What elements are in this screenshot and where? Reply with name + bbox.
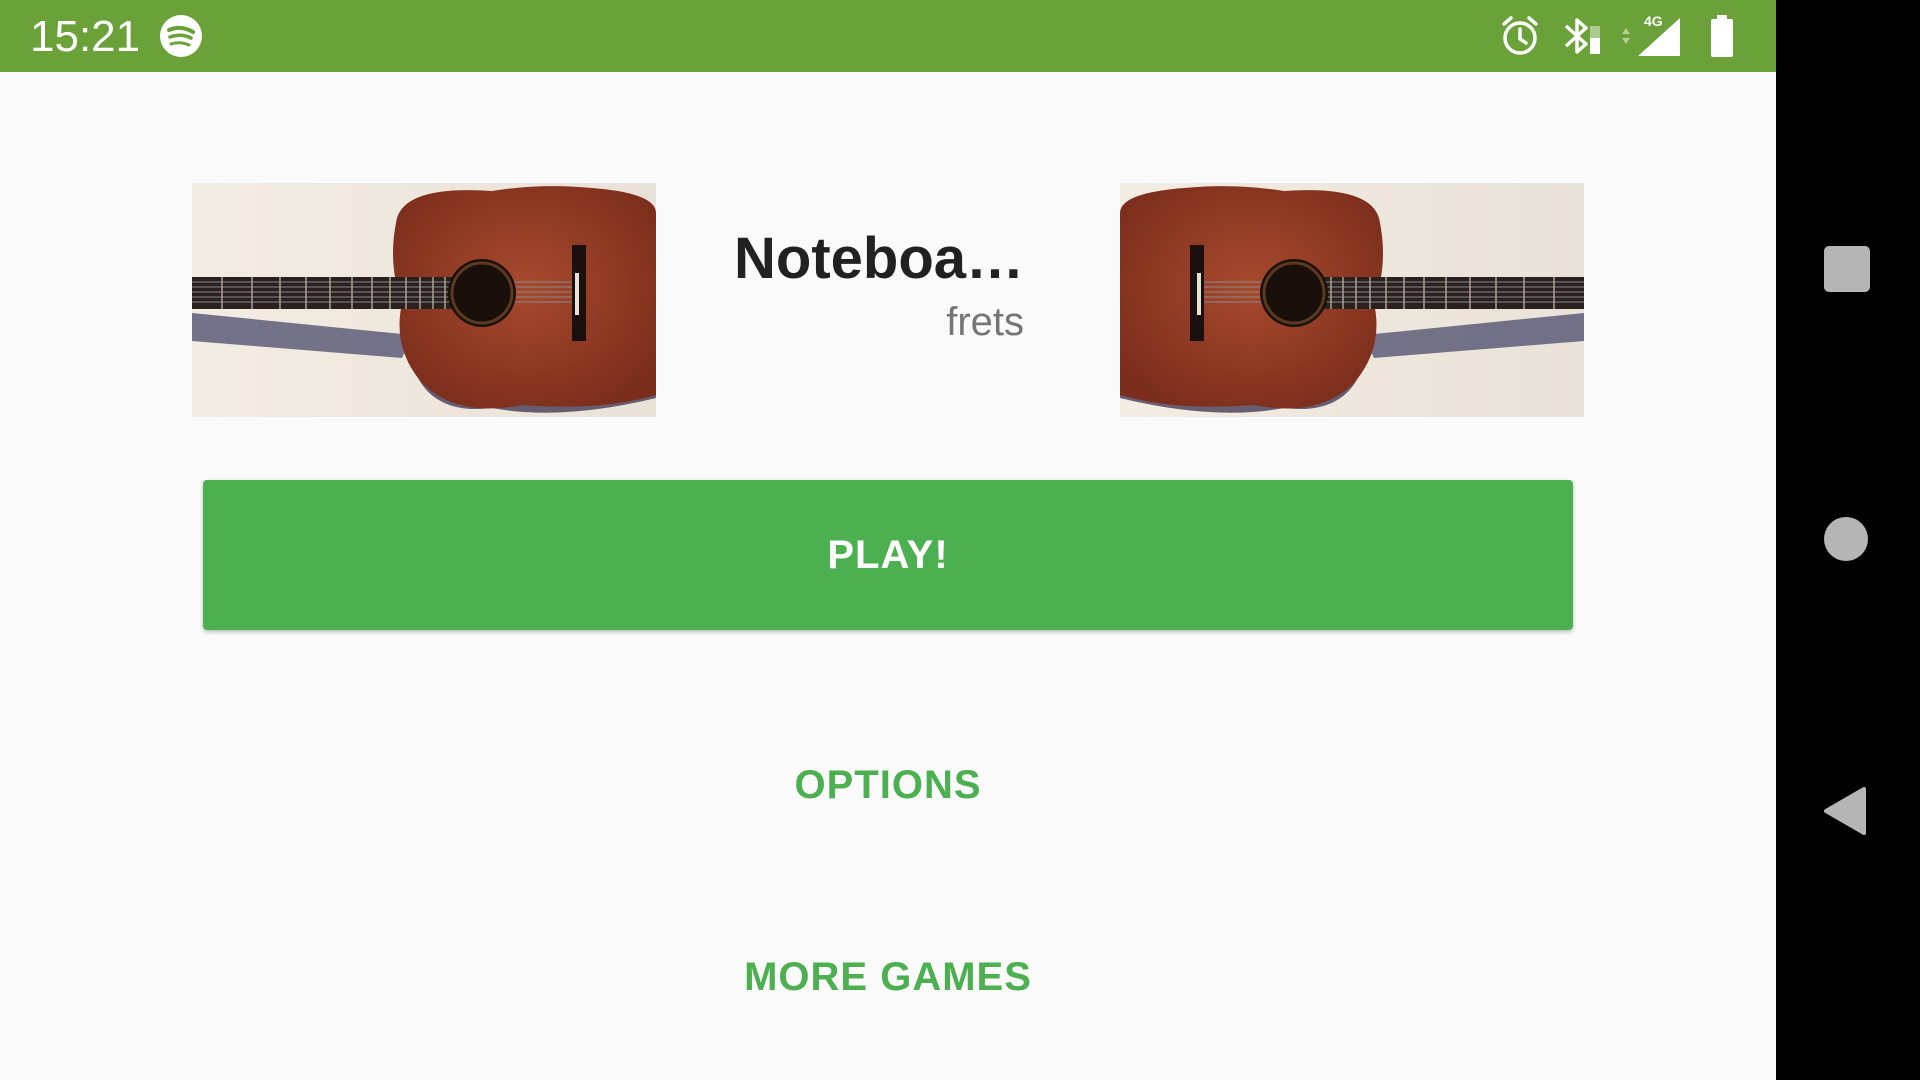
back-icon[interactable] — [1822, 786, 1868, 836]
status-time: 15:21 — [30, 12, 141, 61]
alarm-icon — [1502, 16, 1538, 55]
app-title: Noteboa… — [734, 226, 1024, 291]
home-icon[interactable] — [1824, 517, 1868, 561]
recents-icon[interactable] — [1824, 246, 1870, 292]
battery-icon — [1711, 15, 1733, 57]
network-label: 4G — [1644, 14, 1663, 29]
more-games-button[interactable]: MORE GAMES — [600, 937, 1176, 1017]
main-content: Noteboa… frets PLAY! OPTIONS MORE GAMES — [0, 72, 1776, 1080]
navigation-bar — [1776, 0, 1920, 1080]
app-subtitle: frets — [946, 300, 1024, 344]
options-button[interactable]: OPTIONS — [600, 745, 1176, 825]
guitar-image-right — [1120, 183, 1584, 417]
play-button[interactable]: PLAY! — [203, 480, 1573, 630]
guitar-image-left — [192, 183, 656, 417]
bluetooth-icon — [1564, 18, 1600, 54]
network-4g-icon: 4G — [1622, 14, 1680, 56]
status-bar: 15:21 4G — [0, 0, 1776, 72]
spotify-icon — [160, 15, 202, 57]
status-icons: 4G — [1498, 14, 1748, 58]
